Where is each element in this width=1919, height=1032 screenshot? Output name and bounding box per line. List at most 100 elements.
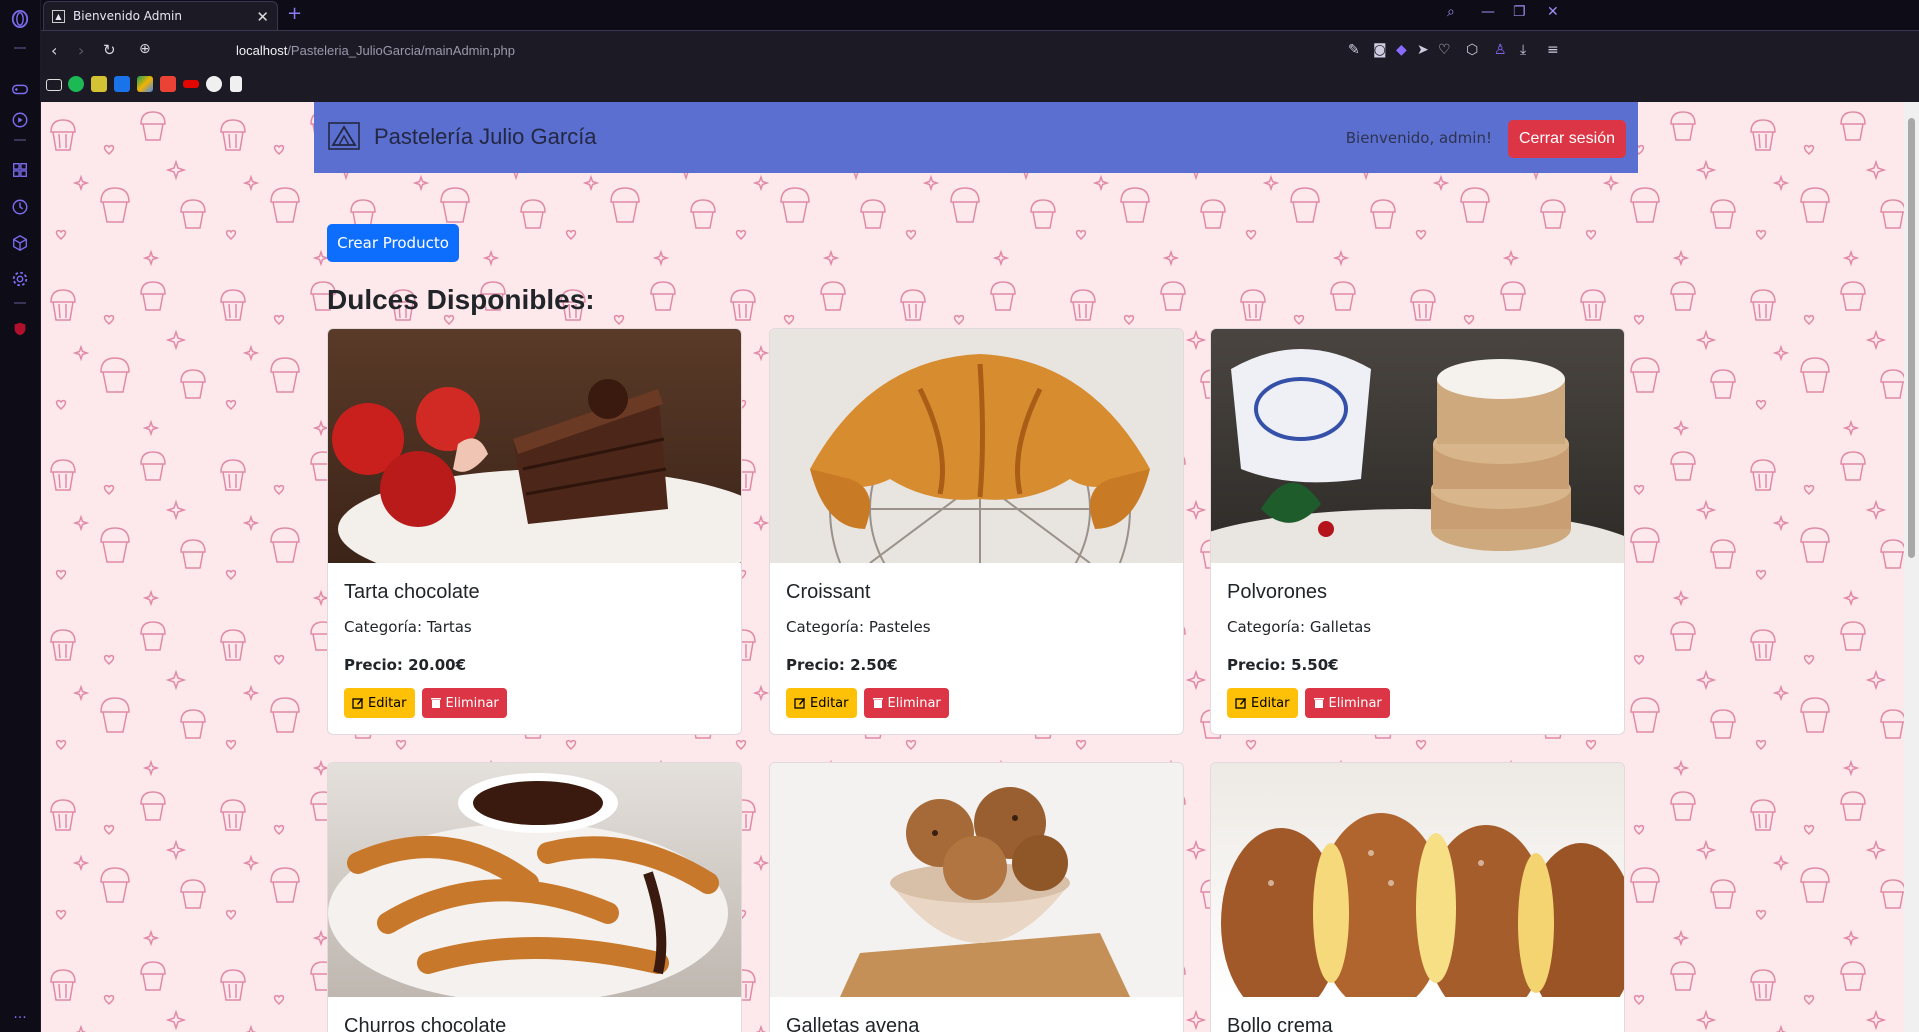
account-icon[interactable]: ♙ xyxy=(1494,42,1507,58)
product-name: Croissant xyxy=(786,581,871,603)
product-card: Polvorones Categoría: Galletas Precio: 5… xyxy=(1210,328,1625,735)
product-category: Categoría: Pasteles xyxy=(786,618,931,636)
close-tab-icon[interactable]: ✕ xyxy=(256,8,269,26)
url-path: /Pasteleria_JulioGarcia/mainAdmin.php xyxy=(287,43,515,58)
close-window-icon[interactable]: ✕ xyxy=(1547,4,1559,20)
product-image-churros xyxy=(328,763,741,997)
heart-icon[interactable]: ♡ xyxy=(1438,42,1451,58)
edit-button[interactable]: Editar xyxy=(344,688,415,718)
gmail-icon[interactable] xyxy=(160,76,176,92)
gamepad-icon[interactable] xyxy=(9,78,31,100)
document-icon[interactable] xyxy=(230,76,242,92)
product-card: Churros chocolate xyxy=(327,762,742,1032)
f1-icon[interactable] xyxy=(183,80,199,88)
trash-icon xyxy=(430,698,441,708)
product-name: Polvorones xyxy=(1227,581,1328,603)
restore-icon[interactable]: ❐ xyxy=(1513,4,1526,20)
product-category: Categoría: Galletas xyxy=(1227,618,1372,636)
delete-button[interactable]: Eliminar xyxy=(421,688,507,718)
browser-sidebar: ··· xyxy=(0,0,41,1032)
product-image-croissant xyxy=(770,329,1183,563)
delete-label: Eliminar xyxy=(445,695,499,711)
product-image-cake xyxy=(328,329,741,563)
product-name: Churros chocolate xyxy=(344,1015,507,1032)
page-scrollbar[interactable] xyxy=(1904,102,1919,1032)
download-icon[interactable]: ⤓ xyxy=(1520,42,1526,58)
more-icon[interactable]: ··· xyxy=(9,1007,31,1029)
drive-icon[interactable] xyxy=(137,76,153,92)
logo-icon[interactable] xyxy=(328,122,360,150)
folder-icon[interactable] xyxy=(46,79,62,91)
ublock-icon[interactable] xyxy=(9,318,31,340)
product-image-bollo xyxy=(1211,763,1624,997)
vpn-icon[interactable]: ◆ xyxy=(1396,42,1407,58)
back-icon[interactable]: ‹ xyxy=(51,41,57,60)
edit-label: Editar xyxy=(810,695,849,711)
plex-icon[interactable] xyxy=(91,76,107,92)
sidebar-separator xyxy=(14,302,26,304)
welcome-text: Bienvenido, admin! xyxy=(1345,129,1492,147)
settings-icon[interactable] xyxy=(9,268,31,290)
tab-strip: ▲ Bienvenido Admin ✕ + ⌕ — ❐ ✕ xyxy=(41,0,1919,30)
search-tabs-icon[interactable]: ⌕ xyxy=(1447,4,1455,20)
delete-button[interactable]: Eliminar xyxy=(1304,688,1390,718)
product-category: Categoría: Tartas xyxy=(344,618,472,636)
github-icon[interactable] xyxy=(206,76,222,92)
edit-label: Editar xyxy=(368,695,407,711)
product-name: Galletas avena xyxy=(786,1015,920,1032)
extensions-icon[interactable]: ⬡ xyxy=(1466,42,1478,58)
bookmarks-bar xyxy=(41,70,1919,102)
product-price: Precio: 2.50€ xyxy=(786,656,898,674)
trash-icon xyxy=(1313,698,1324,708)
edit-icon xyxy=(794,698,805,709)
minimize-icon[interactable]: — xyxy=(1481,4,1495,20)
forward-icon[interactable]: › xyxy=(78,41,84,60)
workspaces-icon[interactable] xyxy=(9,159,31,181)
globe-icon: ⊕ xyxy=(139,41,151,57)
sidebar-separator xyxy=(14,139,26,141)
menu-icon[interactable]: ≡ xyxy=(1547,42,1559,58)
edit-button[interactable]: Editar xyxy=(786,688,857,718)
tab-active[interactable]: ▲ Bienvenido Admin ✕ xyxy=(43,1,278,30)
product-name: Bollo crema xyxy=(1227,1015,1333,1032)
product-price: Precio: 20.00€ xyxy=(344,656,467,674)
edit-icon xyxy=(1235,698,1246,709)
player-icon[interactable] xyxy=(9,109,31,131)
app-a-icon[interactable] xyxy=(114,76,130,92)
trash-icon xyxy=(872,698,883,708)
cube-icon[interactable] xyxy=(9,232,31,254)
edit-label: Editar xyxy=(1251,695,1290,711)
product-card: Bollo crema xyxy=(1210,762,1625,1032)
create-product-button[interactable]: Crear Producto xyxy=(327,224,459,262)
favicon-icon: ▲ xyxy=(52,9,65,23)
send-icon[interactable]: ➤ xyxy=(1417,42,1429,58)
camera-icon[interactable]: ◙ xyxy=(1373,42,1387,58)
site-brand[interactable]: Pastelería Julio García xyxy=(374,124,597,150)
page-viewport: Pastelería Julio García Bienvenido, admi… xyxy=(41,102,1904,1032)
product-name: Tarta chocolate xyxy=(344,581,480,603)
product-card: Galletas avena xyxy=(769,762,1184,1032)
page-heading: Dulces Disponibles: xyxy=(327,284,595,315)
opera-logo-icon[interactable] xyxy=(9,8,31,30)
reload-icon[interactable]: ↻ xyxy=(103,41,116,59)
sidebar-separator xyxy=(14,47,26,49)
site-navbar: Pastelería Julio García Bienvenido, admi… xyxy=(314,102,1638,173)
spotify-icon[interactable] xyxy=(68,76,84,92)
product-card: Croissant Categoría: Pasteles Precio: 2.… xyxy=(769,328,1184,735)
snapshot-icon[interactable]: ✎ xyxy=(1348,42,1360,58)
delete-button[interactable]: Eliminar xyxy=(863,688,949,718)
delete-label: Eliminar xyxy=(1328,695,1382,711)
tab-title: Bienvenido Admin xyxy=(73,9,182,23)
delete-label: Eliminar xyxy=(887,695,941,711)
product-card: Tarta chocolate Categoría: Tartas Precio… xyxy=(327,328,742,735)
url-field[interactable]: localhost/Pasteleria_JulioGarcia/mainAdm… xyxy=(236,43,515,58)
edit-icon xyxy=(352,698,363,709)
new-tab-icon[interactable]: + xyxy=(287,3,302,24)
product-price: Precio: 5.50€ xyxy=(1227,656,1339,674)
address-bar: ‹ › ↻ ⊕ localhost/Pasteleria_JulioGarcia… xyxy=(41,30,1919,70)
history-icon[interactable] xyxy=(9,196,31,218)
edit-button[interactable]: Editar xyxy=(1227,688,1298,718)
logout-button[interactable]: Cerrar sesión xyxy=(1508,120,1626,158)
scrollbar-thumb[interactable] xyxy=(1908,118,1915,558)
url-host: localhost xyxy=(236,43,288,58)
